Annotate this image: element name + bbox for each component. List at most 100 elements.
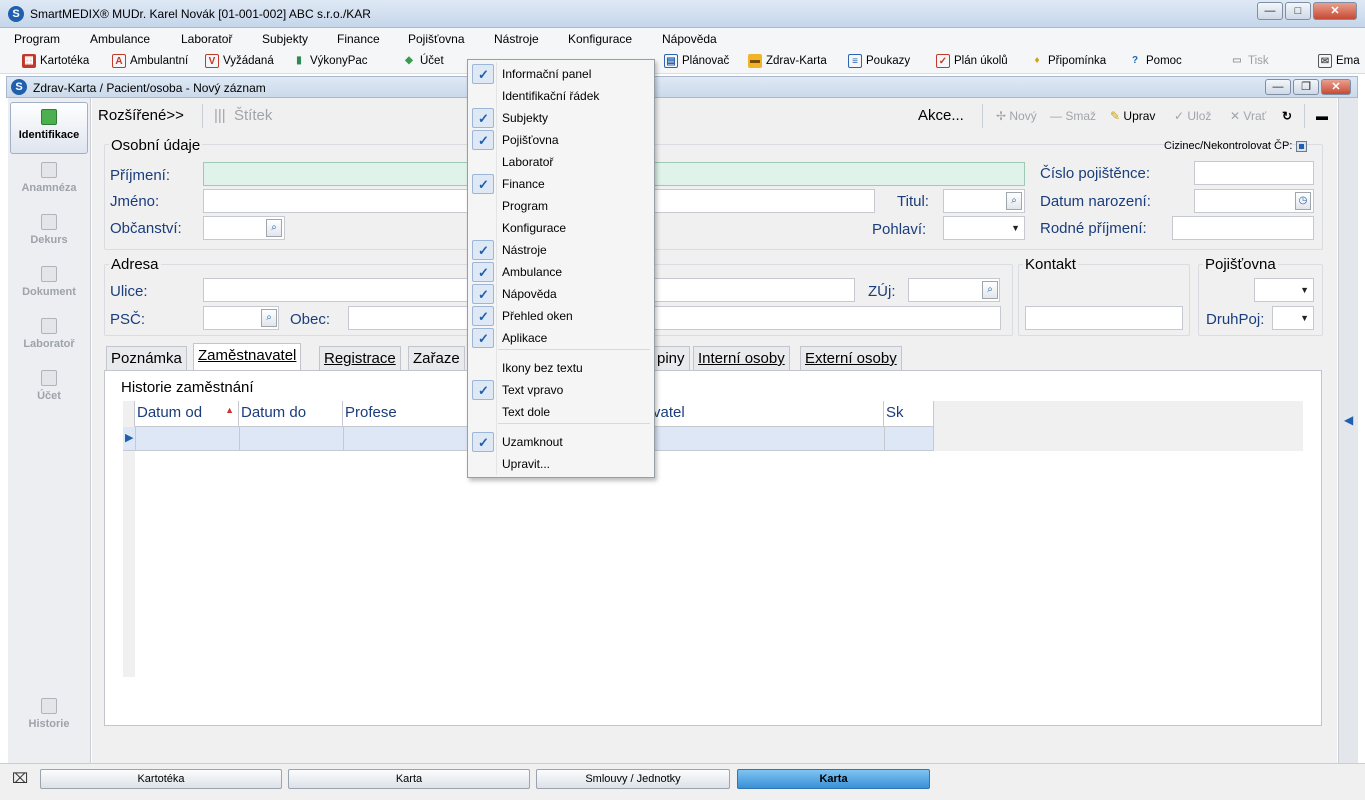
novy-button[interactable]: ✢ Nový <box>996 109 1037 123</box>
menu-separator <box>498 423 650 424</box>
column-datum-do[interactable]: Datum do <box>239 401 343 427</box>
context-menu-item[interactable]: Konfigurace <box>470 217 652 239</box>
toolbar-poukazy[interactable]: ≡ Poukazy <box>848 54 910 68</box>
menu-nastroje[interactable]: Nástroje <box>494 32 539 46</box>
prijmeni-label: Příjmení: <box>110 167 171 184</box>
panel-toggle-icon[interactable]: ▬ <box>1316 109 1328 123</box>
taskbar-karta-1[interactable]: Karta <box>288 769 530 789</box>
close-all-icon[interactable]: ⌧ <box>12 770 28 787</box>
column-datum-od[interactable]: Datum od ▲ <box>135 401 239 427</box>
zuj-lookup-icon[interactable]: ⌕ <box>982 281 998 299</box>
context-menu-item[interactable]: Text dole <box>470 401 652 423</box>
context-menu-item[interactable]: Ikony bez textu <box>470 357 652 379</box>
nav-laborator[interactable]: Laboratoř <box>10 312 88 364</box>
child-restore-button[interactable]: ❐ <box>1293 79 1319 95</box>
context-menu-item[interactable]: ✓ Finance <box>470 173 652 195</box>
maximize-button[interactable]: □ <box>1285 2 1311 20</box>
child-close-button[interactable]: ✕ <box>1321 79 1351 95</box>
psc-lookup-icon[interactable]: ⌕ <box>261 309 277 327</box>
tab-registrace[interactable]: Registrace <box>319 346 401 370</box>
vrat-button[interactable]: ✕ Vrať <box>1230 109 1266 123</box>
context-menu-item[interactable]: ✓ Text vpravo <box>470 379 652 401</box>
nav-identifikace[interactable]: Identifikace <box>10 102 88 154</box>
cizinec-label: Cizinec/Nekontrolovat ČP: <box>1164 140 1293 152</box>
folder-icon: ▬ <box>748 54 762 68</box>
context-menu-item[interactable]: Program <box>470 195 652 217</box>
toolbar-email[interactable]: ✉ Ema <box>1318 54 1360 68</box>
tab-externi-osoby[interactable]: Externí osoby <box>800 346 902 370</box>
toolbar-vykonypac[interactable]: ▮ VýkonyPac <box>292 54 367 68</box>
menu-finance[interactable]: Finance <box>337 32 380 46</box>
row-indicator-header <box>123 401 135 427</box>
tab-zarazeni[interactable]: Zařaze <box>408 346 465 370</box>
tab-poznamka[interactable]: Poznámka <box>106 346 187 370</box>
context-menu-item[interactable]: ✓ Pojišťovna <box>470 129 652 151</box>
uloz-button[interactable]: ✓ Ulož <box>1174 109 1211 123</box>
menu-napoveda[interactable]: Nápověda <box>662 32 717 46</box>
nav-historie[interactable]: Historie <box>10 692 88 744</box>
column-sk[interactable]: Sk <box>884 401 934 427</box>
menu-pojistovna[interactable]: Pojišťovna <box>408 32 465 46</box>
close-button[interactable]: ✕ <box>1313 2 1357 20</box>
check-icon: ✓ <box>478 331 489 346</box>
context-menu-item-label: Uzamknout <box>502 435 563 449</box>
date-picker-icon[interactable]: ◷ <box>1295 192 1311 210</box>
taskbar-karta-active[interactable]: Karta <box>737 769 930 789</box>
context-menu-item[interactable]: ✓ Informační panel <box>470 63 652 85</box>
context-menu-item[interactable]: ✓ Subjekty <box>470 107 652 129</box>
menu-subjekty[interactable]: Subjekty <box>262 32 308 46</box>
pohlavi-select[interactable]: ▼ <box>943 216 1025 240</box>
menu-program[interactable]: Program <box>14 32 60 46</box>
uprav-button[interactable]: ✎ Uprav <box>1110 109 1155 123</box>
toolbar-ucet[interactable]: ◆ Účet <box>402 54 444 68</box>
context-menu-item[interactable]: ✓ Aplikace <box>470 327 652 349</box>
column-zamestnavatel[interactable]: vatel <box>647 401 884 427</box>
child-minimize-button[interactable]: — <box>1265 79 1291 95</box>
nav-ucet[interactable]: Účet <box>10 364 88 416</box>
nav-dekurs[interactable]: Dekurs <box>10 208 88 260</box>
right-collapse-strip[interactable]: ◀ <box>1338 98 1358 763</box>
contact-input[interactable] <box>1025 306 1183 330</box>
stitek-button[interactable]: Štítek <box>234 107 272 124</box>
akce-button[interactable]: Akce... <box>918 107 964 124</box>
toolbar-vyzadana[interactable]: V Vyžádaná <box>205 54 274 68</box>
context-menu-item[interactable]: ✓ Nástroje <box>470 239 652 261</box>
toolbar-ambulantni[interactable]: A Ambulantní <box>112 54 188 68</box>
tab-zamestnavatel[interactable]: Zaměstnavatel <box>193 343 302 371</box>
nav-dokument[interactable]: Dokument <box>10 260 88 312</box>
menu-ambulance[interactable]: Ambulance <box>90 32 150 46</box>
tab-skupiny[interactable]: pinу <box>652 346 690 370</box>
rodne-prijmeni-input[interactable] <box>1172 216 1314 240</box>
toolbar-pomoc[interactable]: ? Pomoc <box>1128 54 1182 68</box>
refresh-icon[interactable]: ↻ <box>1282 109 1292 123</box>
toolbar-plan-ukolu[interactable]: ✓ Plán úkolů <box>936 54 1008 68</box>
context-menu-item[interactable]: ✓ Nápověda <box>470 283 652 305</box>
context-menu-item[interactable]: ✓ Ambulance <box>470 261 652 283</box>
toolbar-pripominka[interactable]: ♦ Připomínka <box>1030 54 1106 68</box>
cislo-pojistence-input[interactable] <box>1194 161 1314 185</box>
druhpoj-select[interactable]: ▼ <box>1272 306 1314 330</box>
nav-anamneza[interactable]: Anamnéza <box>10 156 88 208</box>
titul-lookup-icon[interactable]: ⌕ <box>1006 192 1022 210</box>
context-menu-item[interactable]: ✓ Přehled oken <box>470 305 652 327</box>
rozsirene-button[interactable]: Rozšířené>> <box>98 107 184 124</box>
toolbar-tisk[interactable]: ▭ Tisk <box>1230 54 1268 68</box>
obcanstvi-lookup-icon[interactable]: ⌕ <box>266 219 282 237</box>
context-menu-item[interactable]: Identifikační řádek <box>470 85 652 107</box>
menu-laborator[interactable]: Laboratoř <box>181 32 232 46</box>
tab-interni-osoby[interactable]: Interní osoby <box>693 346 790 370</box>
taskbar-kartoteka[interactable]: Kartotéka <box>40 769 282 789</box>
menu-konfigurace[interactable]: Konfigurace <box>568 32 632 46</box>
cizinec-checkbox[interactable] <box>1296 141 1307 152</box>
toolbar-zdrav-karta[interactable]: ▬ Zdrav-Karta <box>748 54 827 68</box>
taskbar-smlouvy[interactable]: Smlouvy / Jednotky <box>536 769 730 789</box>
context-menu-item[interactable]: Laboratoř <box>470 151 652 173</box>
context-menu-item[interactable]: ✓ Uzamknout <box>470 431 652 453</box>
toolbar-planovac[interactable]: ▤ Plánovač <box>664 54 729 68</box>
obec-input[interactable] <box>348 306 1001 330</box>
smaz-button[interactable]: — Smaž <box>1050 109 1096 123</box>
toolbar-kartoteka[interactable]: ▦ Kartotéka <box>22 54 89 68</box>
context-menu-item[interactable]: Upravit... <box>470 453 652 475</box>
minimize-button[interactable]: — <box>1257 2 1283 20</box>
insurer-select[interactable]: ▼ <box>1254 278 1314 302</box>
